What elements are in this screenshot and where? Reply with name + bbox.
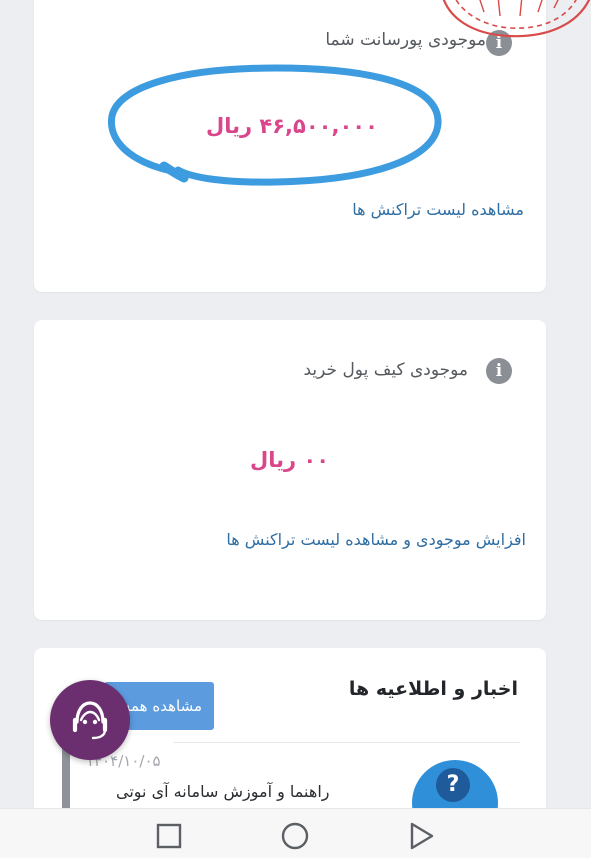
circle-icon[interactable]: [278, 819, 312, 853]
triangle-back-icon[interactable]: [404, 819, 438, 853]
commission-transactions-link[interactable]: مشاهده لیست تراکنش ها: [352, 200, 524, 219]
commission-balance-title: موجودی پورسانت شما: [325, 30, 486, 50]
news-item-headline[interactable]: راهنما و آموزش سامانه آی نوتی: [116, 782, 330, 801]
system-navigation-bar: [0, 808, 591, 858]
support-button[interactable]: [50, 680, 130, 760]
news-card-title: اخبار و اطلاعیه ها: [348, 678, 518, 700]
screen: موجودی پورسانت شما i ۴۶,۵۰۰,۰۰۰ ریال مشا…: [0, 0, 591, 858]
commission-balance-amount: ۴۶,۵۰۰,۰۰۰ ریال: [206, 114, 378, 138]
question-icon: ?: [436, 768, 470, 802]
wallet-balance-card: موجودی کیف پول خرید i ۰۰ ریال افزایش موج…: [34, 320, 546, 620]
wallet-balance-amount: ۰۰ ریال: [250, 448, 330, 472]
wallet-balance-title: موجودی کیف پول خرید: [303, 360, 469, 380]
square-icon[interactable]: [152, 819, 186, 853]
info-icon[interactable]: i: [486, 358, 512, 384]
news-divider: [174, 742, 520, 743]
headset-support-icon: [72, 701, 108, 740]
wallet-topup-link[interactable]: افزایش موجودی و مشاهده لیست تراکنش ها: [226, 530, 526, 549]
info-icon[interactable]: i: [486, 30, 512, 56]
commission-balance-card: موجودی پورسانت شما i ۴۶,۵۰۰,۰۰۰ ریال مشا…: [34, 0, 546, 292]
